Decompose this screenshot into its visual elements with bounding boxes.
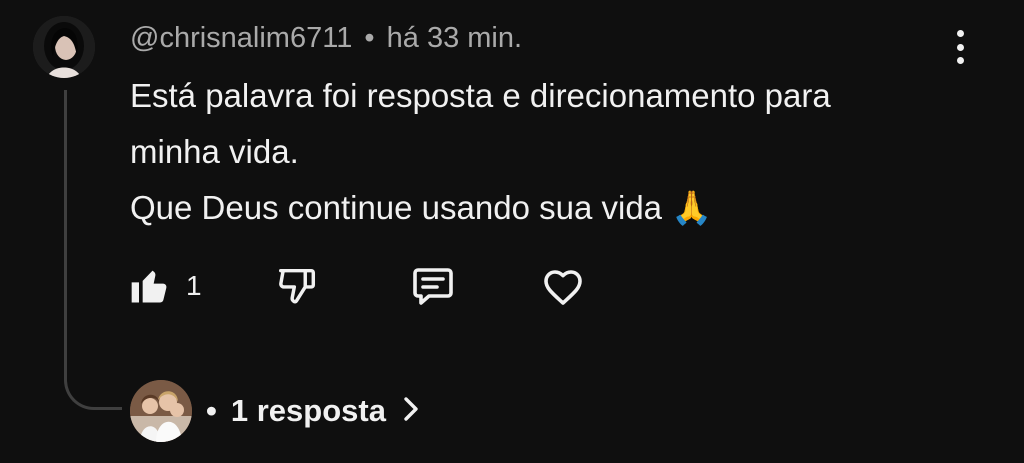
author-handle[interactable]: @chrisnalim6711 bbox=[130, 22, 352, 54]
view-replies-button[interactable]: • 1 resposta bbox=[130, 379, 422, 443]
more-options-dot bbox=[956, 30, 964, 37]
heart-button[interactable] bbox=[539, 262, 587, 310]
comment-line: Que Deus continue usando sua vida 🙏 bbox=[130, 189, 713, 226]
meta-separator: • bbox=[364, 22, 375, 54]
like-count: 1 bbox=[186, 270, 202, 301]
reply-icon bbox=[409, 262, 457, 310]
more-options-button[interactable] bbox=[945, 26, 975, 68]
thumbs-down-icon bbox=[274, 263, 320, 309]
heart-icon bbox=[539, 262, 587, 310]
replies-separator: • bbox=[206, 393, 217, 428]
comment-line: minha vida. bbox=[130, 133, 299, 170]
chevron-right-icon bbox=[400, 394, 422, 429]
thread-connector-line bbox=[64, 90, 122, 410]
author-avatar[interactable] bbox=[33, 16, 95, 78]
more-options-dot bbox=[956, 57, 964, 64]
comment-line: Está palavra foi resposta e direcionamen… bbox=[130, 77, 831, 114]
reply-author-avatar bbox=[130, 380, 192, 442]
like-button[interactable]: 1 bbox=[128, 262, 202, 310]
thumbs-up-icon bbox=[128, 264, 172, 308]
replies-count-label: 1 resposta bbox=[230, 393, 386, 428]
comment-timestamp: há 33 min. bbox=[386, 22, 523, 54]
reply-button[interactable] bbox=[409, 262, 457, 310]
comment-text: Está palavra foi resposta e direcionamen… bbox=[130, 68, 930, 236]
comment-meta: @chrisnalim6711 • há 33 min. bbox=[130, 22, 522, 55]
dislike-button[interactable] bbox=[274, 262, 320, 310]
more-options-dot bbox=[956, 43, 964, 51]
